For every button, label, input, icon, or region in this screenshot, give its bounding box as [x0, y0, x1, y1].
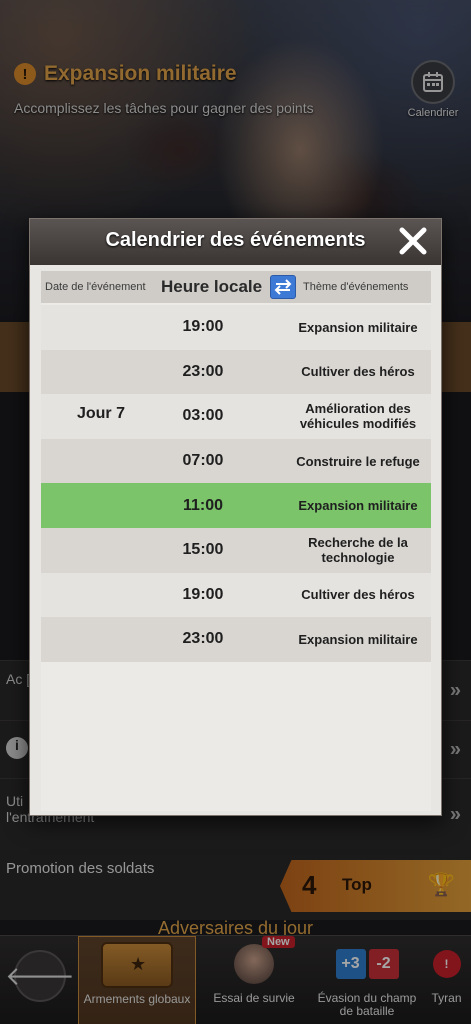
chevron-right-icon: » — [449, 738, 461, 760]
row-time: 23:00 — [182, 362, 224, 380]
calendar-table: Date de l'événement Heure locale Thème d… — [41, 271, 431, 811]
info-icon[interactable]: i — [6, 737, 28, 759]
row-theme: Amélioration des véhicules modifiés — [299, 401, 417, 432]
row-time: 19:00 — [182, 585, 224, 603]
event-calendar-modal: Calendrier des événements Date de l'évén… — [29, 218, 442, 816]
close-icon — [399, 227, 427, 255]
timezone-swap-button[interactable] — [270, 275, 296, 299]
back-button[interactable]: 🡐 — [5, 950, 75, 1002]
event-subtitle: Accomplissez les tâches pour gagner des … — [14, 100, 314, 116]
col-header-time: Heure locale — [161, 277, 263, 296]
arrow-left-icon: 🡐 — [5, 960, 75, 991]
row-time: 11:00 — [182, 496, 224, 514]
alert-icon: ! — [432, 950, 461, 978]
rank-banner[interactable]: 4 Top 🏆 — [280, 860, 471, 912]
rank-number: 4 — [302, 870, 317, 900]
chevron-right-icon: » — [449, 803, 461, 825]
row-time: 07:00 — [182, 452, 224, 470]
promotion-label: Promotion des soldats — [6, 860, 155, 877]
col-header-theme: Thème d'événements — [303, 281, 409, 293]
table-row: 15:00 Recherche de la technologie — [41, 527, 431, 573]
table-rows: 19:00 Expansion militaire 23:00 Cultiver… — [41, 305, 431, 662]
trophy-icon: 🏆 — [427, 872, 455, 897]
col-header-date: Date de l'événement — [45, 281, 146, 293]
row-theme: Construire le refuge — [296, 453, 420, 469]
day-label: Jour 7 — [76, 405, 125, 422]
score-left: +3 — [335, 949, 366, 979]
table-row: 19:00 Cultiver des héros — [41, 572, 431, 618]
row-theme: Expansion militaire — [298, 319, 418, 335]
chevron-right-icon: » — [449, 679, 461, 701]
nav-evasion[interactable]: +3 -2 Évasion du champ de bataille — [312, 936, 422, 1024]
nav-tyran[interactable]: ! Tyran — [422, 936, 471, 1024]
swap-arrows-icon — [274, 279, 292, 295]
nav-essai-de-survie[interactable]: New Essai de survie — [196, 936, 312, 1024]
table-row: 23:00 Cultiver des héros — [41, 349, 431, 395]
row-theme: Recherche de la technologie — [308, 535, 408, 566]
table-row: 19:00 Expansion militaire — [41, 305, 431, 350]
promotion-row: Promotion des soldats 4 Top 🏆 — [0, 850, 471, 920]
table-row-current: 11:00 Expansion militaire — [41, 483, 431, 528]
row-theme: Cultiver des héros — [301, 364, 415, 380]
row-theme: Expansion militaire — [298, 631, 418, 647]
rank-label: Top — [342, 875, 372, 894]
score-right: -2 — [368, 949, 399, 979]
nav-label: Essai de survie — [213, 991, 295, 1005]
nav-label: Évasion du champ de bataille — [317, 991, 417, 1018]
modal-header: Calendrier des événements — [30, 219, 441, 265]
row-time: 19:00 — [182, 318, 224, 336]
nav-armements-globaux[interactable]: Armements globaux — [78, 936, 196, 1024]
alert-icon[interactable]: ! — [14, 63, 36, 85]
modal-title: Calendrier des événements — [105, 229, 366, 251]
nav-label: Armements globaux — [83, 992, 191, 1006]
row-time: 03:00 — [182, 407, 224, 425]
event-title: Expansion militaire — [44, 62, 237, 85]
survivor-avatar-icon — [234, 944, 274, 984]
calendar-label: Calendrier — [407, 107, 459, 119]
new-badge: New — [262, 936, 295, 948]
row-time: 15:00 — [182, 541, 224, 559]
table-header: Date de l'événement Heure locale Thème d… — [41, 271, 431, 303]
bottom-nav: 🡐 Armements globaux New Essai de survie … — [0, 935, 471, 1024]
event-header: ! Expansion militaire — [14, 62, 237, 86]
table-row: 23:00 Expansion militaire — [41, 617, 431, 662]
close-button[interactable] — [393, 221, 433, 261]
row-theme: Cultiver des héros — [301, 587, 415, 603]
table-row: 07:00 Construire le refuge — [41, 438, 431, 484]
chest-icon — [101, 942, 173, 988]
row-theme: Expansion militaire — [298, 498, 418, 514]
nav-label: Tyran — [431, 991, 462, 1005]
calendar-button[interactable]: Calendrier — [402, 60, 464, 119]
calendar-icon — [411, 60, 455, 104]
row-time: 23:00 — [182, 630, 224, 648]
versus-icon: +3 -2 — [335, 949, 399, 979]
